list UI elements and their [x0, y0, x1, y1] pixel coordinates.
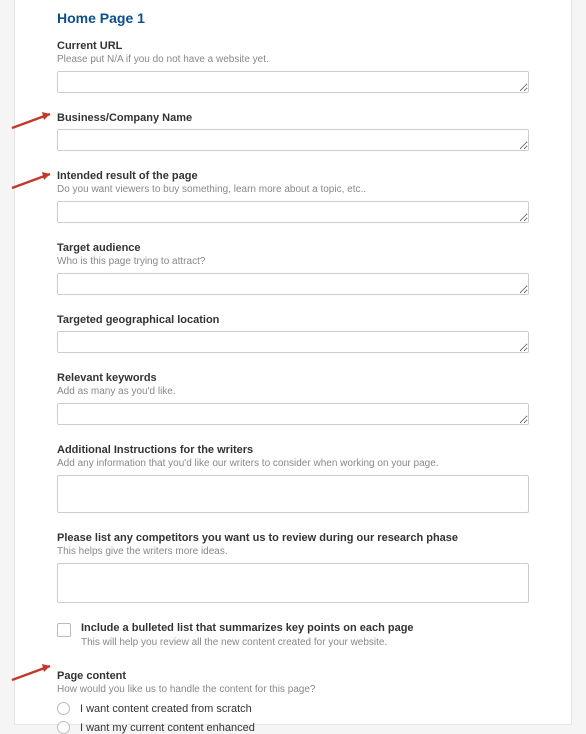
radio-input-scratch[interactable]	[57, 702, 70, 715]
input-business-name[interactable]	[57, 129, 529, 151]
hint-competitors: This helps give the writers more ideas.	[57, 545, 529, 558]
field-business-name: Business/Company Name	[57, 112, 529, 156]
form-card: Home Page 1 Current URL Please put N/A i…	[14, 0, 572, 725]
label-current-url: Current URL	[57, 40, 529, 52]
hint-page-content: How would you like us to handle the cont…	[57, 683, 529, 696]
input-keywords[interactable]	[57, 403, 529, 425]
label-target-audience: Target audience	[57, 242, 529, 254]
field-competitors: Please list any competitors you want us …	[57, 532, 529, 608]
input-intended-result[interactable]	[57, 201, 529, 223]
hint-intended-result: Do you want viewers to buy something, le…	[57, 183, 529, 196]
hint-current-url: Please put N/A if you do not have a webs…	[57, 53, 529, 66]
hint-additional-instructions: Add any information that you'd like our …	[57, 457, 529, 470]
field-keywords: Relevant keywords Add as many as you'd l…	[57, 372, 529, 430]
input-geo-location[interactable]	[57, 331, 529, 353]
label-additional-instructions: Additional Instructions for the writers	[57, 444, 529, 456]
checkbox-bulleted-list: Include a bulleted list that summarizes …	[57, 622, 529, 654]
label-intended-result: Intended result of the page	[57, 170, 529, 182]
radio-label-scratch: I want content created from scratch	[80, 703, 252, 715]
label-competitors: Please list any competitors you want us …	[57, 532, 529, 544]
label-business-name: Business/Company Name	[57, 112, 529, 124]
field-page-content: Page content How would you like us to ha…	[57, 670, 529, 734]
input-target-audience[interactable]	[57, 273, 529, 295]
label-geo-location: Targeted geographical location	[57, 314, 529, 326]
field-current-url: Current URL Please put N/A if you do not…	[57, 40, 529, 98]
hint-keywords: Add as many as you'd like.	[57, 385, 529, 398]
label-page-content: Page content	[57, 670, 529, 682]
label-keywords: Relevant keywords	[57, 372, 529, 384]
input-competitors[interactable]	[57, 563, 529, 603]
checkbox-input-bulleted-list[interactable]	[57, 623, 71, 637]
field-intended-result: Intended result of the page Do you want …	[57, 170, 529, 228]
checkbox-label-bulleted-list: Include a bulleted list that summarizes …	[81, 622, 414, 634]
field-target-audience: Target audience Who is this page trying …	[57, 242, 529, 300]
radio-row-scratch: I want content created from scratch	[57, 702, 529, 715]
input-additional-instructions[interactable]	[57, 475, 529, 513]
input-current-url[interactable]	[57, 71, 529, 93]
checkbox-hint-bulleted-list: This will help you review all the new co…	[81, 636, 414, 649]
radio-input-enhanced[interactable]	[57, 721, 70, 734]
field-additional-instructions: Additional Instructions for the writers …	[57, 444, 529, 518]
field-geo-location: Targeted geographical location	[57, 314, 529, 358]
hint-target-audience: Who is this page trying to attract?	[57, 255, 529, 268]
radio-label-enhanced: I want my current content enhanced	[80, 722, 255, 734]
radio-row-enhanced: I want my current content enhanced	[57, 721, 529, 734]
section-title: Home Page 1	[57, 10, 529, 26]
